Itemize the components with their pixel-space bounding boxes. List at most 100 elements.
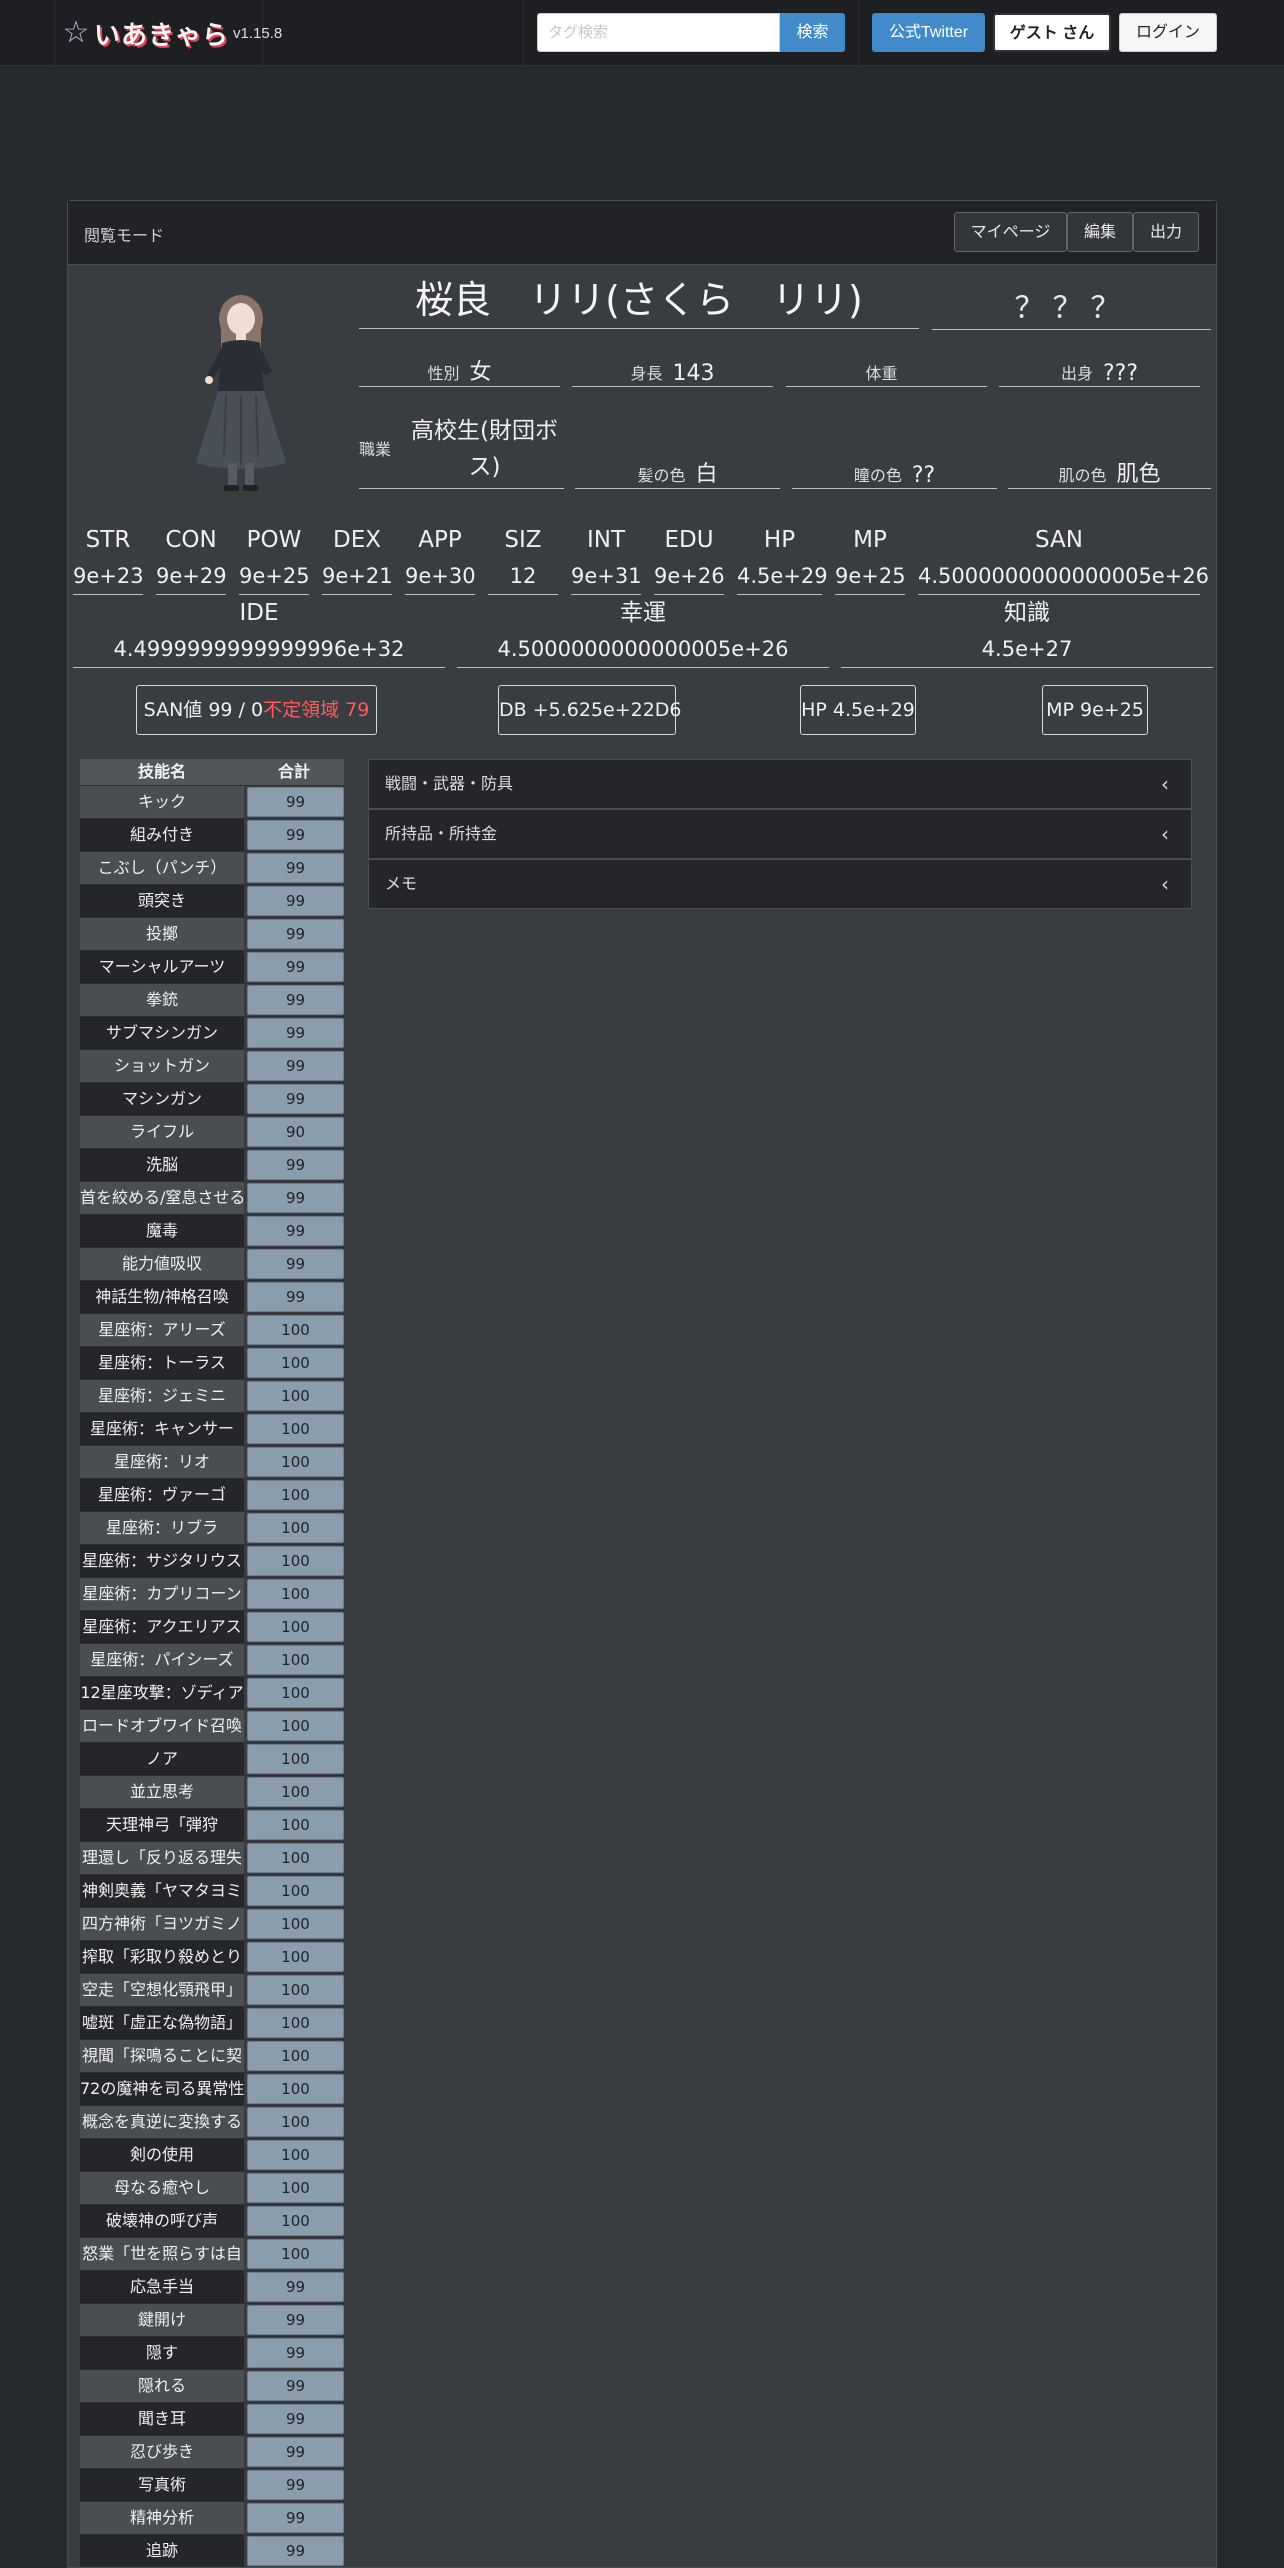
skill-total-header: 合計 xyxy=(277,762,310,781)
skill-name: ショットガン xyxy=(80,1050,244,1082)
skill-row: キック 99 xyxy=(80,785,344,818)
skill-row: 星座術：リブラ 100 xyxy=(80,1511,344,1544)
character-sheet-panel: 閲覧モード マイページ 編集 出力 桜良 リリ(さくら リリ) ？？？ 性別女 … xyxy=(67,200,1217,2568)
skill-name: 概念を真逆に変換する xyxy=(80,2106,244,2138)
skill-row: 組み付き 99 xyxy=(80,818,344,851)
stat-label: APP xyxy=(418,527,462,553)
skill-rows: キック 99 組み付き 99 こぶし（パンチ） 99 頭突き 99 投擲 99 マーシャルアーツ 99… xyxy=(80,785,344,2567)
skill-row: 星座術：アリーズ 100 xyxy=(80,1313,344,1346)
skill-name: 魔毒 xyxy=(80,1215,244,1247)
login-button[interactable]: ログイン xyxy=(1119,13,1217,52)
stat-luck: 幸運 4.5000000000000005e+26 xyxy=(457,594,829,668)
skill-value: 100 xyxy=(247,1645,344,1675)
stat-value: 12 xyxy=(488,559,558,595)
skill-row: 隠す 99 xyxy=(80,2336,344,2369)
stat-app: APP 9e+30 xyxy=(405,521,476,595)
skill-value: 100 xyxy=(247,1711,344,1741)
skill-value: 99 xyxy=(247,820,344,850)
skill-row: 星座術：カプリコーン 100 xyxy=(80,1577,344,1610)
chevron-left-icon: ‹ xyxy=(1161,772,1169,796)
skill-row: サブマシンガン 99 xyxy=(80,1016,344,1049)
skill-value: 100 xyxy=(247,2239,344,2269)
occupation-value: 高校生(財団ボス) xyxy=(411,417,558,480)
brand-link[interactable]: ☆ いあきゃら v1.15.8 xyxy=(60,14,283,52)
stat-value: 9e+31 xyxy=(571,559,642,595)
skill-name: 天理神弓「弾狩 xyxy=(80,1809,244,1841)
hair-color-field: 髪の色白 xyxy=(575,441,780,489)
mypage-button[interactable]: マイページ xyxy=(954,212,1067,252)
skill-row: 剣の使用 100 xyxy=(80,2138,344,2171)
skill-value: 100 xyxy=(247,2107,344,2137)
skill-name: 星座術：サジタリウス xyxy=(80,1545,244,1577)
skill-name: 鍵開け xyxy=(80,2304,244,2336)
skill-name: 母なる癒やし xyxy=(80,2172,244,2204)
skill-row: こぶし（パンチ） 99 xyxy=(80,851,344,884)
stat-value: 4.5000000000000005e+26 xyxy=(457,632,829,668)
skill-value: 100 xyxy=(247,1348,344,1378)
skill-value: 100 xyxy=(247,1975,344,2005)
skill-name: 星座術：アクエリアス xyxy=(80,1611,244,1643)
skill-value: 99 xyxy=(247,2470,344,2500)
skill-row: 写真術 99 xyxy=(80,2468,344,2501)
skill-value: 100 xyxy=(247,1381,344,1411)
skill-row: 神剣奥義「ヤマタヨミ 100 xyxy=(80,1874,344,1907)
skill-row: 魔毒 99 xyxy=(80,1214,344,1247)
skill-value: 100 xyxy=(247,1612,344,1642)
skill-name: 搾取「彩取り殺めとり xyxy=(80,1941,244,1973)
star-logo-icon: ☆ xyxy=(62,15,90,50)
skill-value: 99 xyxy=(247,1249,344,1279)
skill-name: 星座術：リオ xyxy=(80,1446,244,1478)
inventory-money-section[interactable]: 所持品・所持金 ‹ xyxy=(368,809,1192,859)
skill-row: 隠れる 99 xyxy=(80,2369,344,2402)
skill-name: 写真術 xyxy=(80,2469,244,2501)
skill-name: ノア xyxy=(80,1743,244,1775)
skill-name: 視聞「探鳴ることに契 xyxy=(80,2040,244,2072)
skill-row: ショットガン 99 xyxy=(80,1049,344,1082)
skill-value: 99 xyxy=(247,2437,344,2467)
skill-name: こぶし（パンチ） xyxy=(80,852,244,884)
skill-row: 72の魔神を司る異常性 100 xyxy=(80,2072,344,2105)
skill-name: マーシャルアーツ xyxy=(80,951,244,983)
combat-weapons-armor-section[interactable]: 戦闘・武器・防具 ‹ xyxy=(368,759,1192,809)
skill-name: 破壊神の呼び声 xyxy=(80,2205,244,2237)
skill-row: 頭突き 99 xyxy=(80,884,344,917)
skill-value: 99 xyxy=(247,2371,344,2401)
skill-value: 99 xyxy=(247,1018,344,1048)
skill-name: 隠れる xyxy=(80,2370,244,2402)
stat-label: SIZ xyxy=(504,527,542,553)
skill-row: 星座術：キャンサー 100 xyxy=(80,1412,344,1445)
stat-pow: POW 9e+25 xyxy=(239,521,310,595)
chevron-left-icon: ‹ xyxy=(1161,822,1169,846)
export-button[interactable]: 出力 xyxy=(1133,212,1199,252)
stat-int: INT 9e+31 xyxy=(571,521,642,595)
twitter-button[interactable]: 公式Twitter xyxy=(872,13,985,52)
chevron-left-icon: ‹ xyxy=(1161,872,1169,896)
skill-value: 99 xyxy=(247,1084,344,1114)
skin-color-label: 肌の色 xyxy=(1058,466,1107,485)
edit-button[interactable]: 編集 xyxy=(1067,212,1133,252)
character-portrait xyxy=(196,295,286,491)
skill-name: 怒業「世を照らすは自 xyxy=(80,2238,244,2270)
skill-value: 100 xyxy=(247,1909,344,1939)
hp-summary-box: HP 4.5e+29 xyxy=(800,685,916,735)
skill-row: 聞き耳 99 xyxy=(80,2402,344,2435)
memo-section[interactable]: メモ ‹ xyxy=(368,859,1192,909)
skill-name: 星座術：リブラ xyxy=(80,1512,244,1544)
skill-value: 100 xyxy=(247,2008,344,2038)
skills-table-header: 技能名 合計 xyxy=(80,759,344,785)
stat-label: DEX xyxy=(333,527,381,553)
skill-name: キック xyxy=(80,786,244,818)
guest-user-button[interactable]: ゲスト さん xyxy=(993,13,1111,52)
gender-field: 性別女 xyxy=(359,341,560,387)
search-button[interactable]: 検索 xyxy=(780,13,845,52)
skill-name: 忍び歩き xyxy=(80,2436,244,2468)
stat-value: 9e+23 xyxy=(73,559,144,595)
skill-row: 星座術：トーラス 100 xyxy=(80,1346,344,1379)
stat-label: EDU xyxy=(664,527,714,553)
skill-value: 99 xyxy=(247,1183,344,1213)
stat-label: INT xyxy=(586,527,626,553)
section-title: 所持品・所持金 xyxy=(385,824,498,843)
skill-name: 神話生物/神格召喚 xyxy=(80,1281,244,1313)
tag-search-input[interactable]: タグ検索 xyxy=(537,13,780,52)
skill-name: 神剣奥義「ヤマタヨミ xyxy=(80,1875,244,1907)
